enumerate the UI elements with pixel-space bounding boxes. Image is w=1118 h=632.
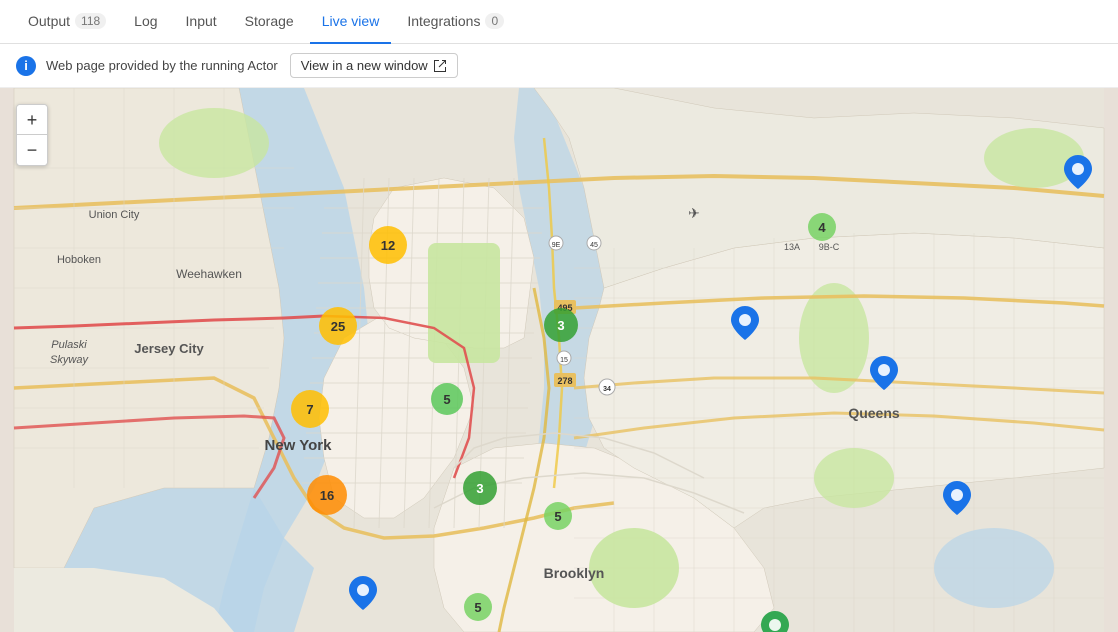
svg-text:13A: 13A xyxy=(784,242,800,252)
svg-text:New York: New York xyxy=(265,437,333,454)
cluster-marker-c5[interactable]: 5 xyxy=(431,383,463,415)
cluster-marker-c7[interactable]: 16 xyxy=(307,475,347,515)
cluster-marker-c9[interactable]: 5 xyxy=(544,502,572,530)
tab-input[interactable]: Input xyxy=(174,0,229,44)
cluster-marker-c1[interactable]: 12 xyxy=(369,226,407,264)
pin-marker-p6[interactable] xyxy=(761,611,789,632)
pin-marker-p2[interactable] xyxy=(870,356,898,395)
svg-text:Brooklyn: Brooklyn xyxy=(544,565,605,581)
svg-text:45: 45 xyxy=(590,242,598,249)
cluster-marker-c8[interactable]: 3 xyxy=(463,471,497,505)
tab-bar: Output 118 Log Input Storage Live view Integra… xyxy=(0,0,1118,44)
svg-text:Skyway: Skyway xyxy=(50,354,89,366)
tab-integrations[interactable]: Integrations 0 xyxy=(395,0,516,44)
cluster-marker-c6[interactable]: 4 xyxy=(808,213,836,241)
tab-label-log: Log xyxy=(134,13,157,29)
zoom-controls: + − xyxy=(16,104,48,166)
svg-text:✈: ✈ xyxy=(688,205,700,221)
new-window-label: View in a new window xyxy=(301,58,428,73)
svg-text:34: 34 xyxy=(603,386,611,393)
zoom-out-button[interactable]: − xyxy=(17,135,47,165)
cluster-marker-c3[interactable]: 3 xyxy=(544,308,578,342)
pin-marker-p1[interactable] xyxy=(731,306,759,345)
new-window-button[interactable]: View in a new window xyxy=(290,53,458,78)
svg-text:Pulaski: Pulaski xyxy=(51,339,87,351)
svg-text:Jersey City: Jersey City xyxy=(134,341,204,356)
tab-label-storage: Storage xyxy=(245,13,294,29)
external-link-icon xyxy=(433,59,447,73)
svg-text:15: 15 xyxy=(560,357,568,364)
cluster-marker-c4[interactable]: 7 xyxy=(291,390,329,428)
tab-label-output: Output xyxy=(28,13,70,29)
svg-text:Weehawken: Weehawken xyxy=(176,267,242,281)
pin-marker-p4[interactable] xyxy=(349,576,377,615)
svg-text:Hoboken: Hoboken xyxy=(57,254,101,266)
map-background: 495 278 Jersey City Weehawken Union City… xyxy=(0,88,1118,632)
cluster-marker-c2[interactable]: 25 xyxy=(319,307,357,345)
tab-badge-output: 118 xyxy=(75,13,106,29)
tab-storage[interactable]: Storage xyxy=(233,0,306,44)
tab-label-input: Input xyxy=(186,13,217,29)
tab-label-integrations: Integrations xyxy=(407,13,480,29)
tab-badge-integrations: 0 xyxy=(485,13,504,29)
info-icon: i xyxy=(16,56,36,76)
svg-text:Union City: Union City xyxy=(89,209,140,221)
cluster-marker-c10[interactable]: 5 xyxy=(464,593,492,621)
pin-marker-p8[interactable] xyxy=(1064,155,1092,194)
pin-marker-p3[interactable] xyxy=(943,481,971,520)
tab-output[interactable]: Output 118 xyxy=(16,0,118,44)
info-message: Web page provided by the running Actor xyxy=(46,58,278,73)
tab-label-live-view: Live view xyxy=(322,13,380,29)
svg-text:9E: 9E xyxy=(552,242,561,249)
svg-text:Queens: Queens xyxy=(848,405,900,421)
tab-log[interactable]: Log xyxy=(122,0,169,44)
svg-text:9B-C: 9B-C xyxy=(819,242,840,252)
tab-live-view[interactable]: Live view xyxy=(310,0,392,44)
info-bar: i Web page provided by the running Actor… xyxy=(0,44,1118,88)
zoom-in-button[interactable]: + xyxy=(17,105,47,135)
svg-text:278: 278 xyxy=(557,376,572,386)
map-container[interactable]: 495 278 Jersey City Weehawken Union City… xyxy=(0,88,1118,632)
